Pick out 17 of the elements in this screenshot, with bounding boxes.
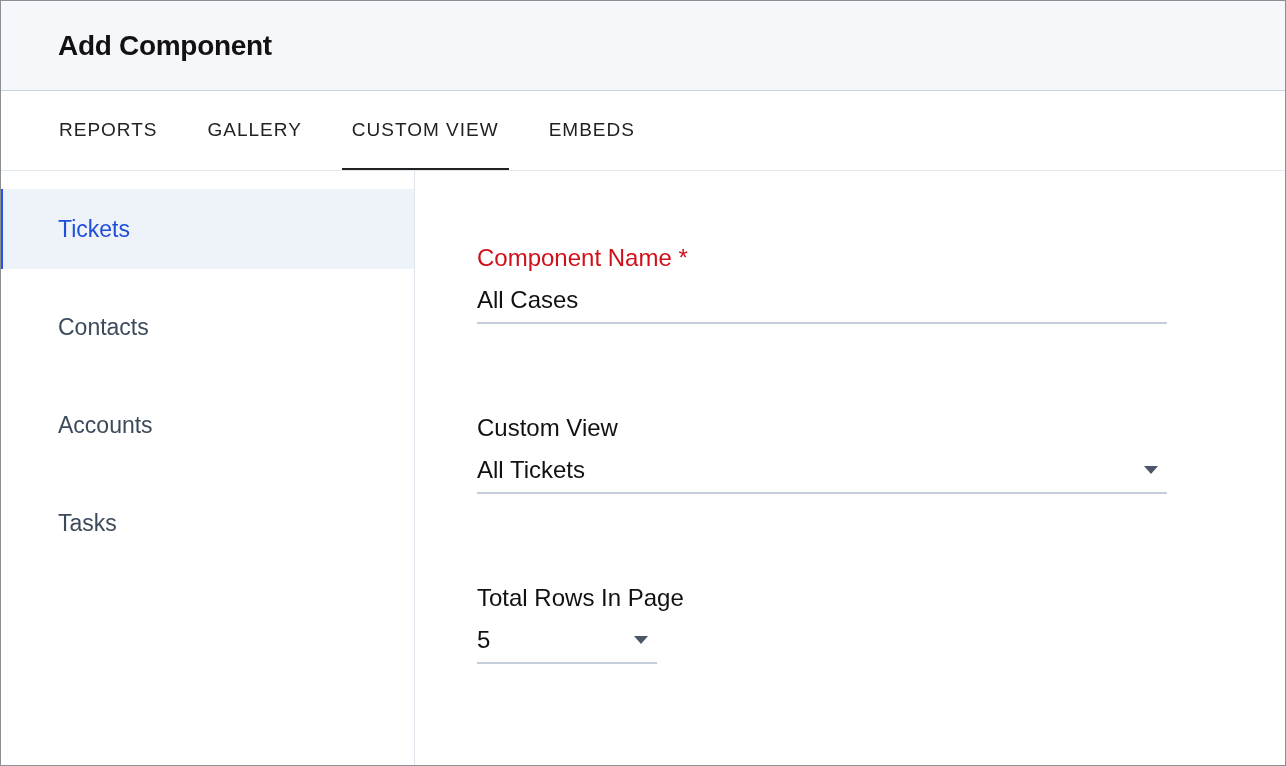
- dropdown-field[interactable]: 5: [477, 626, 657, 664]
- input-field[interactable]: All Cases: [477, 286, 1167, 324]
- tab[interactable]: EMBEDS: [538, 91, 645, 170]
- tab[interactable]: REPORTS: [49, 91, 168, 170]
- caret-icon: [633, 635, 649, 645]
- window-title: Add Component: [58, 29, 272, 62]
- sidebar-item[interactable]: Tasks: [1, 483, 414, 563]
- tab[interactable]: CUSTOM VIEW: [341, 91, 509, 170]
- field-label: Component Name *: [477, 244, 689, 272]
- field-label: Total Rows In Page: [477, 584, 685, 612]
- dropdown-field[interactable]: All Tickets: [477, 456, 1167, 494]
- field-label: Custom View: [477, 414, 619, 442]
- sidebar-item[interactable]: Contacts: [1, 287, 414, 367]
- sidebar-item[interactable]: Tickets: [1, 189, 414, 269]
- sidebar-item[interactable]: Accounts: [1, 385, 414, 465]
- caret-icon: [1143, 465, 1159, 475]
- tab[interactable]: GALLERY: [197, 91, 312, 170]
